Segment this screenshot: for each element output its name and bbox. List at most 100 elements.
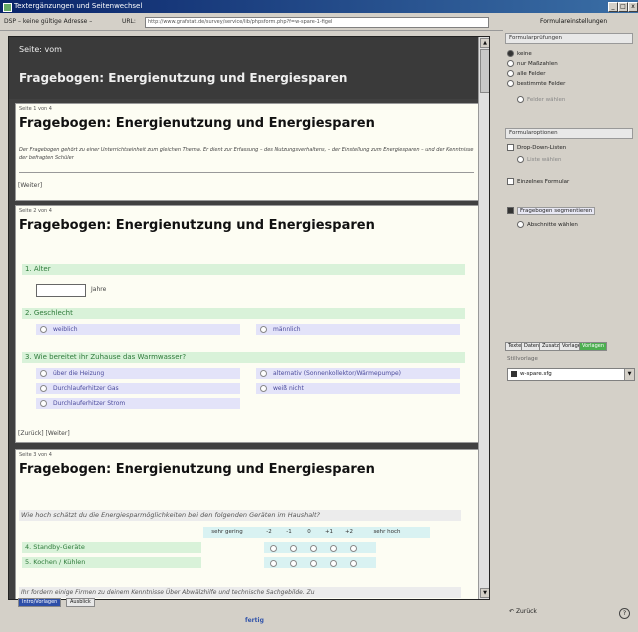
radio-button[interactable] <box>507 70 514 77</box>
radio-bestimmte-felder[interactable]: bestimmte Felder <box>507 80 565 87</box>
radio-alle-felder[interactable]: alle Felder <box>507 70 545 77</box>
radio-button[interactable] <box>270 560 277 567</box>
dsp-label: DSP – keine gültige Adresse – <box>4 18 93 25</box>
option-label: über die Heizung <box>53 370 105 377</box>
option-label: alternativ (Sonnenkollektor/Wärmepumpe) <box>273 370 401 377</box>
option-weiblich[interactable]: weiblich <box>36 324 240 335</box>
button-icon <box>517 221 524 228</box>
close-button[interactable]: x <box>628 2 638 12</box>
scale-header: sehr gering -2 -1 0 +1 +2 sehr hoch <box>203 527 430 538</box>
preview-header: Seite: vom Fragebogen: Energienutzung un… <box>9 37 479 99</box>
matrix-row-kochen-options <box>264 557 376 568</box>
age-input[interactable] <box>36 284 86 297</box>
radio-button[interactable] <box>350 545 357 552</box>
radio-button[interactable] <box>40 400 47 407</box>
radio-button[interactable] <box>40 385 47 392</box>
option-label: Durchlauferhitzer Strom <box>53 400 126 407</box>
option-gas[interactable]: Durchlauferhitzer Gas <box>36 383 240 394</box>
page-title: Fragebogen: Energienutzung und Energiesp… <box>19 116 375 131</box>
tab-intro-vorlagen[interactable]: Intro/Vorlagen <box>18 598 62 607</box>
radio-button[interactable] <box>260 326 267 333</box>
chevron-down-icon[interactable]: ▼ <box>624 369 634 380</box>
radio-button[interactable] <box>330 560 337 567</box>
preview-scrollbar[interactable]: ▲ ▼ <box>478 37 489 599</box>
radio-label: alle Felder <box>517 71 546 77</box>
page-nav[interactable]: [Zurück] [Weiter] <box>18 430 70 437</box>
checkbox-label: Fragebogen segmentieren <box>517 207 596 215</box>
back-arrow-icon: ↶ <box>509 608 516 615</box>
checkbox-label: Drop-Down-Listen <box>517 145 567 151</box>
scroll-down-arrow[interactable]: ▼ <box>480 588 489 598</box>
checkbox[interactable] <box>507 144 514 151</box>
preview-title: Fragebogen: Energienutzung und Energiesp… <box>19 71 348 85</box>
page-range-label: Seite: vom <box>19 45 62 54</box>
question-age: 1. Alter <box>22 264 465 275</box>
option-strom[interactable]: Durchlauferhitzer Strom <box>36 398 240 409</box>
radio-button[interactable] <box>260 370 267 377</box>
matrix-question: Wie hoch schätzt du die Energiesparmögli… <box>19 510 461 521</box>
radio-button[interactable] <box>40 326 47 333</box>
radio-button[interactable] <box>270 545 277 552</box>
minimize-button[interactable]: _ <box>608 2 618 12</box>
scroll-thumb[interactable] <box>480 49 489 93</box>
radio-button[interactable] <box>330 545 337 552</box>
form-preview: Seite: vom Fragebogen: Energienutzung un… <box>8 36 490 600</box>
checkbox-single-form[interactable]: Einzelnes Formular <box>507 178 569 185</box>
age-unit: Jahre <box>91 286 107 293</box>
settings-panel: Formularprüfungen keine nur Maßzahlen al… <box>503 30 638 632</box>
divider <box>19 172 474 173</box>
radio-nur-masszahlen[interactable]: nur Maßzahlen <box>507 60 558 67</box>
radio-button[interactable] <box>507 80 514 87</box>
select-sections-button[interactable]: Abschnitte wählen <box>517 221 578 228</box>
select-list-button[interactable]: Liste wählen <box>517 156 562 163</box>
option-heizung[interactable]: über die Heizung <box>36 368 240 379</box>
scale-value: +1 <box>324 529 334 535</box>
tab-vorlagen[interactable]: Vorlagen <box>579 342 608 351</box>
intro-text: Der Fragebogen gehört zu einer Unterrich… <box>19 147 474 161</box>
matrix-row-standby-options <box>264 542 376 553</box>
title-bar: Textergänzungen und Seitenwechsel _ □ x <box>0 0 638 13</box>
page-2: Seite 2 von 4 Fragebogen: Energienutzung… <box>15 205 483 443</box>
checkbox-label: Einzelnes Formular <box>517 179 570 185</box>
checkbox[interactable] <box>507 178 514 185</box>
radio-button[interactable] <box>310 545 317 552</box>
radio-button[interactable] <box>507 60 514 67</box>
radio-keine[interactable]: keine <box>507 50 532 57</box>
button-icon <box>517 156 524 163</box>
done-link[interactable]: fertig <box>245 617 264 624</box>
matrix-row-kochen: 5. Kochen / Kühlen <box>22 557 201 568</box>
radio-button[interactable] <box>40 370 47 377</box>
help-icon[interactable]: ? <box>619 608 630 619</box>
maximize-button[interactable]: □ <box>618 2 628 12</box>
checkbox-dropdown[interactable]: Drop-Down-Listen <box>507 144 566 151</box>
scale-high-label: sehr hoch <box>373 529 401 535</box>
radio-button[interactable] <box>350 560 357 567</box>
radio-button[interactable] <box>260 385 267 392</box>
option-weiss-nicht[interactable]: weiß nicht <box>256 383 460 394</box>
option-alternativ[interactable]: alternativ (Sonnenkollektor/Wärmepumpe) <box>256 368 460 379</box>
checkbox-segment[interactable]: Fragebogen segmentieren <box>507 207 596 215</box>
button-icon <box>517 96 524 103</box>
radio-button[interactable] <box>290 560 297 567</box>
option-maennlich[interactable]: männlich <box>256 324 460 335</box>
scale-value: -1 <box>286 529 292 535</box>
scale-value: 0 <box>307 529 311 535</box>
group-title: Formularprüfungen <box>505 33 633 44</box>
checkbox[interactable] <box>507 207 514 214</box>
select-fields-button[interactable]: Felder wählen <box>517 96 565 103</box>
preset-select[interactable]: w-spare.sfg ▼ <box>507 368 635 381</box>
option-label: Durchlauferhitzer Gas <box>53 385 119 392</box>
url-label: URL: <box>122 18 136 25</box>
url-field[interactable]: http://www.grafstat.de/survey/service/li… <box>145 17 489 28</box>
page-title: Fragebogen: Energienutzung und Energiesp… <box>19 462 375 477</box>
radio-button[interactable] <box>310 560 317 567</box>
tab-ausblick[interactable]: Ausblick <box>66 598 95 607</box>
scroll-up-arrow[interactable]: ▲ <box>480 38 489 48</box>
radio-button[interactable] <box>507 50 514 57</box>
question-gender: 2. Geschlecht <box>22 308 465 319</box>
page-nav[interactable]: [Weiter] <box>18 182 42 189</box>
back-button[interactable]: ↶ Zurück <box>509 608 537 615</box>
button-label: Abschnitte wählen <box>527 222 578 228</box>
matrix-row-standby: 4. Standby-Geräte <box>22 542 201 553</box>
radio-button[interactable] <box>290 545 297 552</box>
